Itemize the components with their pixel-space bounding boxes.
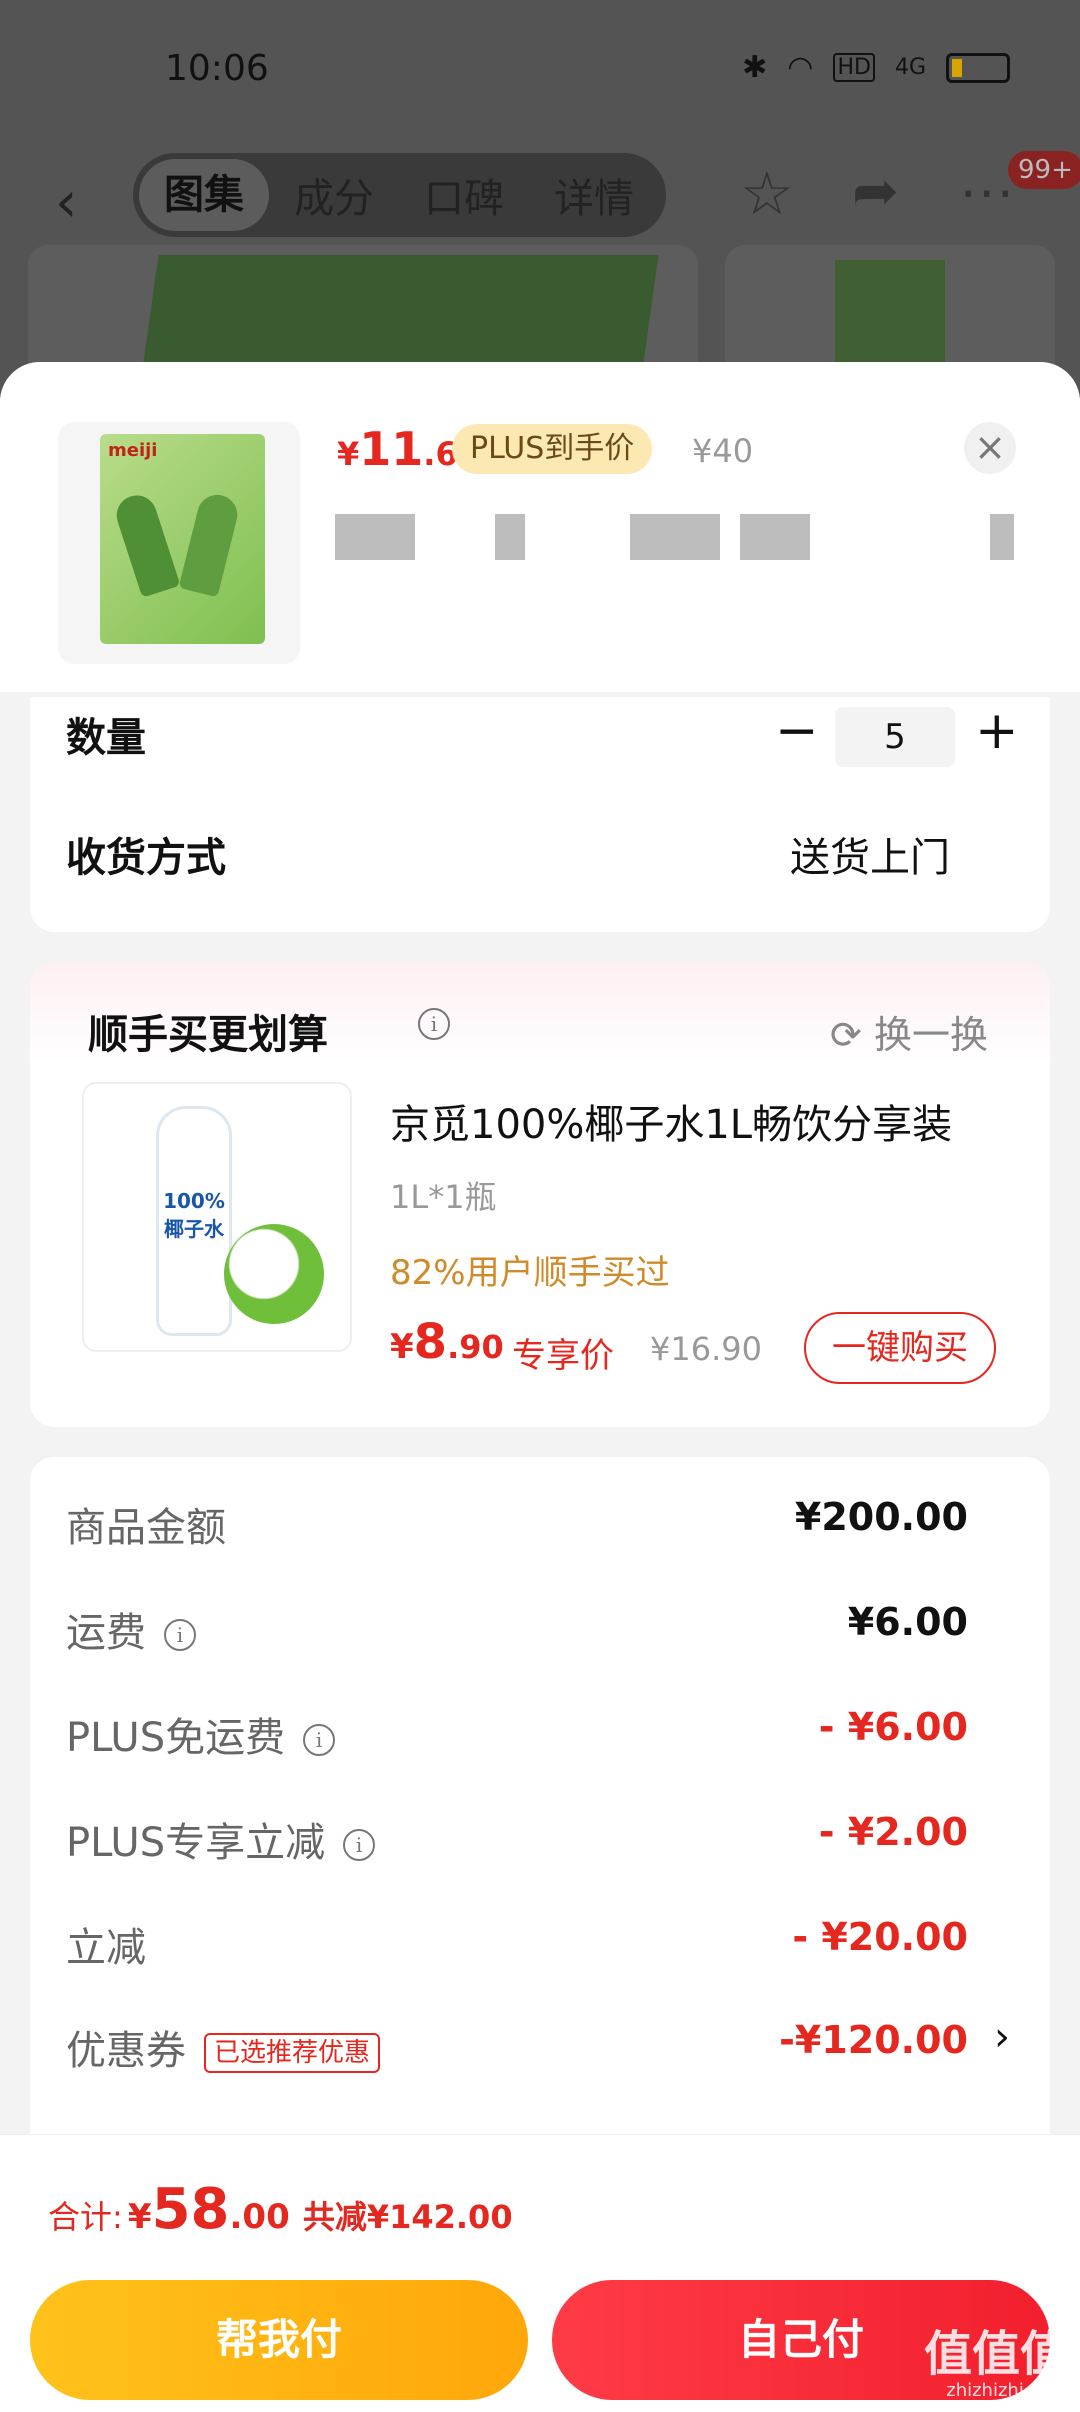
addon-price-tag: 专享价 bbox=[512, 1336, 614, 1376]
status-icons: ✱ ◠ HD 4G bbox=[742, 50, 1010, 85]
redacted-spec-2 bbox=[495, 514, 525, 560]
status-bar: 10:06 ✱ ◠ HD 4G bbox=[0, 0, 1080, 140]
back-arrow-icon[interactable]: ‹ bbox=[55, 170, 77, 235]
redacted-spec-4 bbox=[740, 514, 810, 560]
quantity-label: 数量 bbox=[66, 715, 146, 761]
addon-social-proof: 82%用户顺手买过 bbox=[390, 1253, 670, 1293]
product-thumbnail: meiji bbox=[58, 422, 300, 664]
refresh-icon: ⟳ bbox=[830, 1013, 862, 1057]
more-icon[interactable]: ··· bbox=[960, 165, 1016, 225]
close-icon[interactable]: × bbox=[964, 422, 1016, 474]
watermark: 值值值 zhizhizhi.com bbox=[923, 2326, 1068, 2401]
star-icon[interactable]: ☆ bbox=[740, 159, 794, 229]
original-price: ¥40 bbox=[692, 432, 754, 470]
checkout-bar: 合计: ¥58.00 共减¥142.00 帮我付 自己付 值值值 zhizhiz… bbox=[0, 2134, 1080, 2412]
battery-icon bbox=[946, 52, 1010, 83]
addon-spec: 1L*1瓶 bbox=[390, 1178, 497, 1216]
wifi-icon: ◠ bbox=[787, 50, 814, 85]
chevron-right-icon[interactable]: › bbox=[994, 2014, 1010, 2060]
info-icon[interactable]: i bbox=[303, 1724, 336, 1756]
addon-original-price: ¥16.90 bbox=[650, 1330, 762, 1368]
message-badge: 99+ bbox=[1008, 151, 1080, 189]
product-nav: ‹ 图集 成分 口碑 详情 ☆ ➦ ··· 99+ bbox=[0, 145, 1080, 245]
hd-icon: HD bbox=[833, 53, 875, 82]
summary-row-shipping: 运费 i ¥6.00 bbox=[66, 1600, 968, 1656]
quantity-card: 数量 − 5 + 收货方式 送货上门 bbox=[30, 697, 1050, 932]
signal-icon: 4G bbox=[894, 55, 926, 80]
plus-price-tag: PLUS到手价 bbox=[452, 424, 653, 474]
total-price: 合计: ¥58.00 共减¥142.00 bbox=[48, 2177, 513, 2242]
bluetooth-icon: ✱ bbox=[742, 50, 768, 85]
addon-price: ¥8.90 bbox=[390, 1314, 504, 1370]
coupon-tag: 已选推荐优惠 bbox=[204, 2033, 381, 2073]
minus-icon[interactable]: − bbox=[775, 701, 819, 761]
bottle-label: 100% 椰子水 bbox=[163, 1189, 225, 1241]
plus-icon[interactable]: + bbox=[975, 701, 1019, 761]
tab-ingredients[interactable]: 成分 bbox=[269, 166, 399, 224]
help-pay-button[interactable]: 帮我付 bbox=[30, 2280, 528, 2400]
info-icon[interactable]: i bbox=[343, 1829, 376, 1861]
summary-row-goods: 商品金额 ¥200.00 bbox=[66, 1495, 968, 1551]
delivery-label: 收货方式 bbox=[66, 835, 226, 881]
addon-thumbnail[interactable]: 100% 椰子水 bbox=[82, 1082, 352, 1352]
info-icon[interactable]: i bbox=[418, 1008, 450, 1040]
product-header: meiji ¥11.6 PLUS到手价 ¥40 × bbox=[0, 362, 1080, 692]
redacted-spec-3 bbox=[630, 514, 720, 560]
checkout-sheet: meiji ¥11.6 PLUS到手价 ¥40 × 数量 − 5 + 收货方式 … bbox=[0, 362, 1080, 2412]
addon-name[interactable]: 京觅100%椰子水1L畅饮分享装 bbox=[390, 1092, 952, 1150]
product-price: ¥11.6 bbox=[337, 422, 458, 476]
status-time: 10:06 bbox=[165, 48, 269, 89]
tab-gallery[interactable]: 图集 bbox=[139, 159, 269, 231]
background-page: 10:06 ✱ ◠ HD 4G ‹ 图集 成分 口碑 详情 ☆ ➦ ··· 99… bbox=[0, 0, 1080, 405]
tab-reviews[interactable]: 口碑 bbox=[399, 166, 529, 224]
delivery-method[interactable]: 送货上门 bbox=[790, 825, 950, 883]
refresh-button[interactable]: ⟳ 换一换 bbox=[830, 1004, 988, 1059]
share-icon[interactable]: ➦ bbox=[852, 159, 899, 224]
price-summary-card: 商品金额 ¥200.00 运费 i ¥6.00 PLUS免运费 i - ¥6.00 … bbox=[30, 1457, 1050, 2157]
one-click-buy-button[interactable]: 一键购买 bbox=[804, 1312, 996, 1384]
info-icon[interactable]: i bbox=[164, 1619, 196, 1651]
summary-row-plus-discount: PLUS专享立减 i - ¥2.00 bbox=[66, 1810, 968, 1866]
redacted-spec-1 bbox=[335, 514, 415, 560]
summary-row-plus-shipping: PLUS免运费 i - ¥6.00 bbox=[66, 1705, 968, 1761]
summary-row-coupon[interactable]: 优惠券 已选推荐优惠 -¥120.00 › bbox=[30, 2002, 1050, 2082]
quantity-stepper[interactable]: 5 bbox=[835, 707, 955, 767]
total-saved: 共减¥142.00 bbox=[302, 2198, 513, 2236]
tab-bar: 图集 成分 口碑 详情 bbox=[133, 153, 666, 237]
coconut-image bbox=[224, 1224, 324, 1324]
redacted-spec-5 bbox=[990, 514, 1014, 560]
addon-card: 顺手买更划算 i ⟳ 换一换 100% 椰子水 京觅100%椰子水1L畅饮分享装… bbox=[30, 962, 1050, 1427]
addon-title: 顺手买更划算 i bbox=[88, 1002, 450, 1060]
tab-details[interactable]: 详情 bbox=[529, 166, 659, 224]
summary-row-instant-discount: 立减 - ¥20.00 bbox=[66, 1915, 968, 1971]
product-brand-logo: meiji bbox=[108, 440, 158, 461]
